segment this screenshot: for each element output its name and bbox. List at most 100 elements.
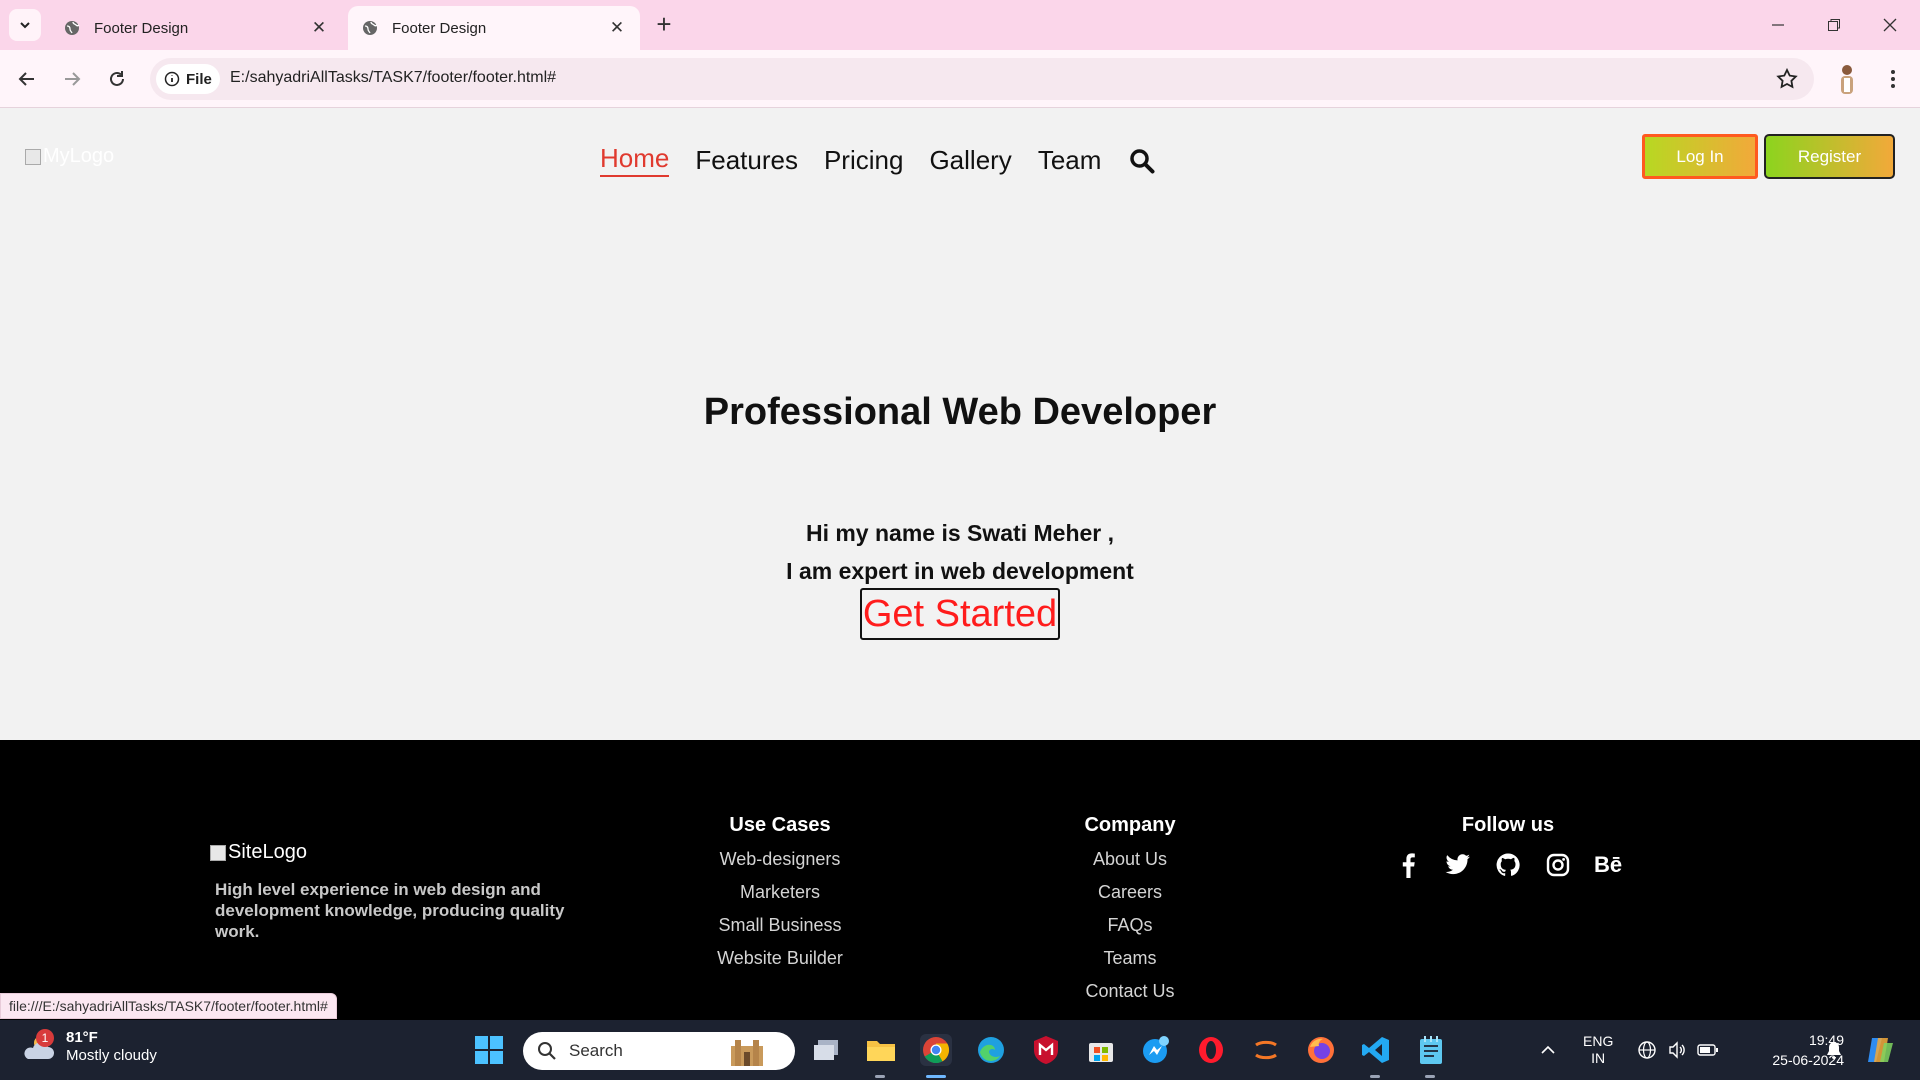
task-view-button[interactable] (810, 1034, 842, 1066)
folder-icon (867, 1041, 895, 1061)
taskbar-fast-messenger[interactable] (1140, 1034, 1172, 1066)
cloud-icon: 1 (20, 1029, 56, 1063)
notifications-button[interactable] (1825, 1020, 1843, 1080)
footer-link-careers[interactable]: Careers (1030, 882, 1230, 903)
start-button[interactable] (473, 1034, 505, 1066)
bookmark-star-icon[interactable] (1776, 68, 1798, 90)
tab-close-icon[interactable]: ✕ (608, 18, 626, 37)
web-page: MyLogo Home Features Pricing Gallery Tea… (0, 109, 1920, 1020)
footer-link-teams[interactable]: Teams (1030, 948, 1230, 969)
new-tab-button[interactable]: + (650, 11, 678, 39)
search-icon (538, 1042, 556, 1060)
browser-menu-button[interactable] (1878, 63, 1908, 95)
restore-button[interactable] (1806, 0, 1862, 50)
taskbar-edge[interactable] (975, 1034, 1007, 1066)
back-button[interactable] (11, 63, 43, 95)
edge-icon (978, 1037, 1004, 1063)
twitter-icon[interactable] (1442, 849, 1474, 881)
taskbar-microsoft-store[interactable] (1085, 1034, 1117, 1066)
browser-tab-1[interactable]: Footer Design ✕ (50, 6, 342, 50)
footer-link-small-business[interactable]: Small Business (680, 915, 880, 936)
taskbar-notepad[interactable] (1415, 1034, 1447, 1066)
taskbar-firefox[interactable] (1305, 1034, 1337, 1066)
input-language-indicator[interactable]: ENG IN (1583, 1020, 1613, 1080)
taskbar-mcafee[interactable] (1030, 1034, 1062, 1066)
tab-title: Footer Design (94, 19, 189, 37)
hero-expertise-line: I am expert in web development (786, 558, 1134, 584)
footer-logo[interactable]: SiteLogo (210, 841, 307, 864)
store-icon (1089, 1043, 1113, 1062)
social-links: Bē (1358, 849, 1658, 881)
main-nav: Home Features Pricing Gallery Team (600, 143, 1155, 177)
windows-taskbar: 1 81°F Mostly cloudy Search ENG IN 19:49… (0, 1020, 1920, 1080)
notepad-icon (1420, 1036, 1442, 1064)
site-info-label: File (186, 70, 212, 88)
network-globe-icon (1638, 1041, 1656, 1059)
minimize-button[interactable] (1750, 0, 1806, 50)
facebook-icon[interactable] (1392, 849, 1424, 881)
browser-tab-bar: Footer Design ✕ Footer Design ✕ + (0, 0, 1920, 50)
globe-icon (363, 21, 378, 35)
footer-company: Company About Us Careers FAQs Teams Cont… (1030, 814, 1230, 1014)
volume-icon (1669, 1041, 1685, 1059)
taskbar-vscode[interactable] (1360, 1034, 1392, 1066)
browser-tab-2[interactable]: Footer Design ✕ (348, 6, 640, 50)
footer-link-website-builder[interactable]: Website Builder (680, 948, 880, 969)
forward-button[interactable] (56, 63, 88, 95)
footer-link-about-us[interactable]: About Us (1030, 849, 1230, 870)
address-bar[interactable]: File E:/sahyadriAllTasks/TASK7/footer/fo… (150, 58, 1814, 100)
github-icon[interactable] (1492, 849, 1524, 881)
footer-link-faqs[interactable]: FAQs (1030, 915, 1230, 936)
get-started-button[interactable]: Get Started (860, 588, 1060, 640)
site-info-chip[interactable]: File (156, 64, 220, 94)
instagram-icon[interactable] (1542, 849, 1574, 881)
search-icon[interactable] (1129, 148, 1155, 174)
hero-title: Professional Web Developer (703, 391, 1217, 433)
reload-icon (110, 71, 124, 86)
taskbar-chrome[interactable] (920, 1034, 952, 1066)
taskbar-opera[interactable] (1195, 1034, 1227, 1066)
weather-widget[interactable]: 1 81°F Mostly cloudy (20, 1029, 157, 1065)
footer-link-marketers[interactable]: Marketers (680, 882, 880, 903)
restore-icon (1828, 19, 1840, 31)
nav-team[interactable]: Team (1038, 145, 1102, 176)
weather-condition: Mostly cloudy (66, 1047, 157, 1064)
header-logo[interactable]: MyLogo (25, 145, 114, 168)
show-hidden-icons-button[interactable] (1540, 1020, 1556, 1080)
register-button[interactable]: Register (1764, 134, 1895, 179)
minimize-icon (1772, 24, 1784, 26)
system-tray-quick-settings[interactable] (1637, 1020, 1719, 1080)
tab-title: Footer Design (392, 19, 487, 37)
notification-badge: 1 (36, 1029, 54, 1047)
close-window-button[interactable] (1862, 0, 1918, 50)
taskbar-copilot[interactable] (1864, 1020, 1896, 1080)
company-heading: Company (1084, 814, 1176, 836)
reload-button[interactable] (101, 63, 133, 95)
taskbar-search[interactable]: Search (523, 1032, 795, 1070)
nav-features[interactable]: Features (695, 145, 798, 176)
search-highlight-icon (731, 1040, 763, 1066)
nav-home[interactable]: Home (600, 143, 670, 177)
language-code: ENG (1583, 1033, 1614, 1049)
taskbar-jupyter[interactable] (1250, 1034, 1282, 1066)
footer-link-web-designers[interactable]: Web-designers (680, 849, 880, 870)
login-button[interactable]: Log In (1642, 134, 1758, 179)
url-text[interactable]: E:/sahyadriAllTasks/TASK7/footer/footer.… (230, 69, 556, 87)
profile-avatar[interactable] (1836, 62, 1858, 96)
tab-close-icon[interactable]: ✕ (310, 18, 328, 37)
close-icon (1883, 18, 1897, 32)
battery-icon (1697, 1044, 1718, 1056)
behance-icon[interactable]: Bē (1592, 849, 1624, 881)
footer-link-contact-us[interactable]: Contact Us (1030, 981, 1230, 1002)
footer-logo-alt-text: SiteLogo (228, 841, 307, 863)
tab-search-dropdown[interactable] (9, 9, 41, 41)
windows-logo-icon (475, 1036, 503, 1064)
taskbar-file-explorer[interactable] (865, 1034, 897, 1066)
taskbar-search-placeholder: Search (569, 1041, 623, 1060)
nav-pricing[interactable]: Pricing (824, 145, 903, 176)
browser-toolbar: File E:/sahyadriAllTasks/TASK7/footer/fo… (0, 50, 1920, 108)
arrow-left-icon (18, 72, 34, 86)
footer-follow-us: Follow us Bē (1358, 814, 1658, 881)
nav-gallery[interactable]: Gallery (929, 145, 1011, 176)
chrome-icon (923, 1037, 950, 1064)
